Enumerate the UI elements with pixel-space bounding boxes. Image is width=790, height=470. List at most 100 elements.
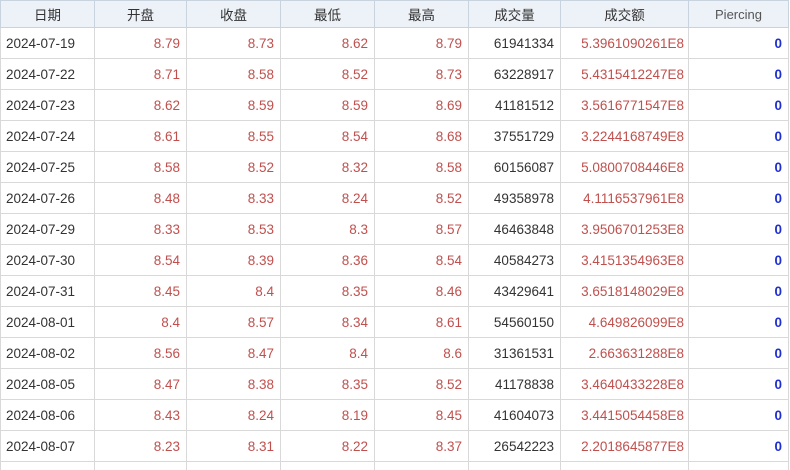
cell-volume: 61941334 xyxy=(468,27,561,59)
column-header-open[interactable]: 开盘 xyxy=(94,0,187,28)
cell-high: 8.68 xyxy=(374,120,469,152)
cell-open: 8.54 xyxy=(94,244,187,276)
cell-close: 8.33 xyxy=(186,182,281,214)
cell-date: 2024-07-30 xyxy=(0,244,95,276)
cell-date: 2024-07-26 xyxy=(0,182,95,214)
cell-close: 8.73 xyxy=(186,27,281,59)
table-row[interactable]: 2024-07-19 8.79 8.73 8.62 8.79 61941334 5.3961… xyxy=(0,27,789,59)
cell-amount: 3.5616771547E8 xyxy=(560,89,689,121)
cell-amount: 3.4151354963E8 xyxy=(560,244,689,276)
stock-table: 日期 开盘 收盘 最低 最高 成交量 成交额 Piercing 2024-07-… xyxy=(0,0,789,470)
table-row[interactable]: 2024-07-24 8.61 8.55 8.54 8.68 37551729 3.2244… xyxy=(0,120,789,152)
cell-open: 8.4 xyxy=(94,306,187,338)
cell-amount: 4.649826099E8 xyxy=(560,306,689,338)
cell-high: 8.37 xyxy=(374,430,469,462)
cell-volume: 46463848 xyxy=(468,213,561,245)
cell-volume: 49358978 xyxy=(468,182,561,214)
column-header-date[interactable]: 日期 xyxy=(0,0,95,28)
cell-close: 8.59 xyxy=(186,89,281,121)
table-row[interactable]: 2024-08-02 8.56 8.47 8.4 8.6 31361531 2.663631… xyxy=(0,337,789,369)
cell-low: 8.35 xyxy=(280,275,375,307)
cell-low: 8.3 xyxy=(280,213,375,245)
cell-open: 8.48 xyxy=(94,182,187,214)
cell-piercing: 0 xyxy=(688,151,789,183)
cell-low: 8.52 xyxy=(280,58,375,90)
table-row[interactable]: 2024-07-23 8.62 8.59 8.59 8.69 41181512 3.5616… xyxy=(0,89,789,121)
cell-high: 8.54 xyxy=(374,244,469,276)
cell-piercing: 0 xyxy=(688,368,789,400)
cell-high: 8.58 xyxy=(374,151,469,183)
empty-cell xyxy=(374,461,469,470)
table-row[interactable]: 2024-07-26 8.48 8.33 8.24 8.52 49358978 4.1116… xyxy=(0,182,789,214)
cell-amount: 2.663631288E8 xyxy=(560,337,689,369)
table-row[interactable]: 2024-07-30 8.54 8.39 8.36 8.54 40584273 3.4151… xyxy=(0,244,789,276)
table-row[interactable]: 2024-07-31 8.45 8.4 8.35 8.46 43429641 3.65181… xyxy=(0,275,789,307)
table-row[interactable]: 2024-08-01 8.4 8.57 8.34 8.61 54560150 4.64982… xyxy=(0,306,789,338)
column-header-volume[interactable]: 成交量 xyxy=(468,0,561,28)
cell-open: 8.43 xyxy=(94,399,187,431)
table-row[interactable]: 2024-07-29 8.33 8.53 8.3 8.57 46463848 3.95067… xyxy=(0,213,789,245)
column-header-low[interactable]: 最低 xyxy=(280,0,375,28)
cell-volume: 26542223 xyxy=(468,430,561,462)
cell-open: 8.71 xyxy=(94,58,187,90)
cell-volume: 43429641 xyxy=(468,275,561,307)
cell-date: 2024-08-02 xyxy=(0,337,95,369)
cell-date: 2024-07-25 xyxy=(0,151,95,183)
cell-low: 8.4 xyxy=(280,337,375,369)
cell-close: 8.47 xyxy=(186,337,281,369)
cell-date: 2024-08-01 xyxy=(0,306,95,338)
empty-cell xyxy=(688,461,789,470)
cell-amount: 3.6518148029E8 xyxy=(560,275,689,307)
cell-high: 8.73 xyxy=(374,58,469,90)
cell-open: 8.62 xyxy=(94,89,187,121)
cell-close: 8.55 xyxy=(186,120,281,152)
column-header-high[interactable]: 最高 xyxy=(374,0,469,28)
cell-date: 2024-08-07 xyxy=(0,430,95,462)
cell-close: 8.38 xyxy=(186,368,281,400)
cell-close: 8.39 xyxy=(186,244,281,276)
cell-open: 8.79 xyxy=(94,27,187,59)
cell-piercing: 0 xyxy=(688,120,789,152)
table-row[interactable]: 2024-08-07 8.23 8.31 8.22 8.37 26542223 2.2018… xyxy=(0,430,789,462)
table-row[interactable]: 2024-07-22 8.71 8.58 8.52 8.73 63228917 5.4315… xyxy=(0,58,789,90)
cell-date: 2024-07-24 xyxy=(0,120,95,152)
cell-high: 8.45 xyxy=(374,399,469,431)
cell-date: 2024-07-23 xyxy=(0,89,95,121)
cell-date: 2024-07-19 xyxy=(0,27,95,59)
table-row[interactable]: 2024-07-25 8.58 8.52 8.32 8.58 60156087 5.0800… xyxy=(0,151,789,183)
cell-piercing: 0 xyxy=(688,89,789,121)
cell-piercing: 0 xyxy=(688,58,789,90)
column-header-close[interactable]: 收盘 xyxy=(186,0,281,28)
cell-low: 8.19 xyxy=(280,399,375,431)
table-row[interactable]: 2024-08-05 8.47 8.38 8.35 8.52 41178838 3.4640… xyxy=(0,368,789,400)
cell-volume: 54560150 xyxy=(468,306,561,338)
cell-high: 8.61 xyxy=(374,306,469,338)
cell-amount: 3.9506701253E8 xyxy=(560,213,689,245)
table-row[interactable]: 2024-08-06 8.43 8.24 8.19 8.45 41604073 3.4415… xyxy=(0,399,789,431)
cell-open: 8.33 xyxy=(94,213,187,245)
cell-volume: 60156087 xyxy=(468,151,561,183)
cell-high: 8.57 xyxy=(374,213,469,245)
data-grid: 日期 开盘 收盘 最低 最高 成交量 成交额 Piercing 2024-07-… xyxy=(0,0,790,470)
empty-cell xyxy=(0,461,95,470)
column-header-amount[interactable]: 成交额 xyxy=(560,0,689,28)
cell-close: 8.52 xyxy=(186,151,281,183)
cell-low: 8.22 xyxy=(280,430,375,462)
column-header-piercing[interactable]: Piercing xyxy=(688,0,789,28)
cell-volume: 31361531 xyxy=(468,337,561,369)
table-row-partial xyxy=(0,461,789,470)
cell-open: 8.45 xyxy=(94,275,187,307)
table-body: 2024-07-19 8.79 8.73 8.62 8.79 61941334 5.3961… xyxy=(0,27,789,470)
cell-piercing: 0 xyxy=(688,399,789,431)
cell-amount: 2.2018645877E8 xyxy=(560,430,689,462)
cell-amount: 3.4640433228E8 xyxy=(560,368,689,400)
cell-open: 8.61 xyxy=(94,120,187,152)
cell-low: 8.24 xyxy=(280,182,375,214)
cell-volume: 41181512 xyxy=(468,89,561,121)
cell-close: 8.31 xyxy=(186,430,281,462)
cell-open: 8.56 xyxy=(94,337,187,369)
cell-piercing: 0 xyxy=(688,182,789,214)
cell-close: 8.58 xyxy=(186,58,281,90)
cell-open: 8.58 xyxy=(94,151,187,183)
cell-piercing: 0 xyxy=(688,213,789,245)
